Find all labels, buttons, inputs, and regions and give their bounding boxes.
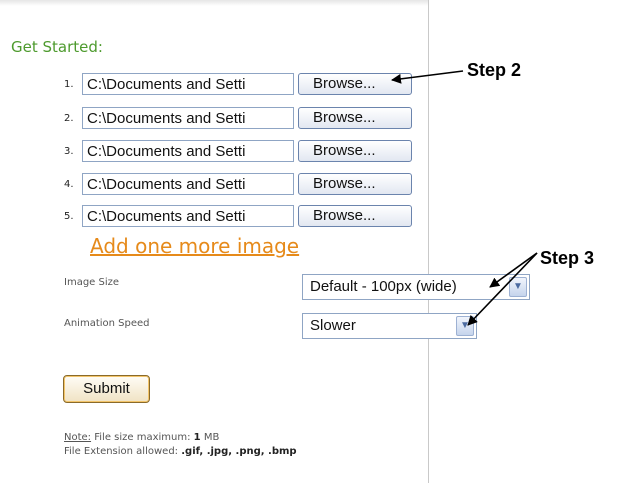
step3-arrow-upper <box>489 252 538 288</box>
step3-arrow-lower <box>467 252 538 326</box>
step-3-annotation: Step 3 <box>540 248 595 268</box>
step2-arrow <box>391 70 464 84</box>
annotation-arrows <box>391 70 538 326</box>
step-2-annotation: Step 2 <box>467 60 522 80</box>
